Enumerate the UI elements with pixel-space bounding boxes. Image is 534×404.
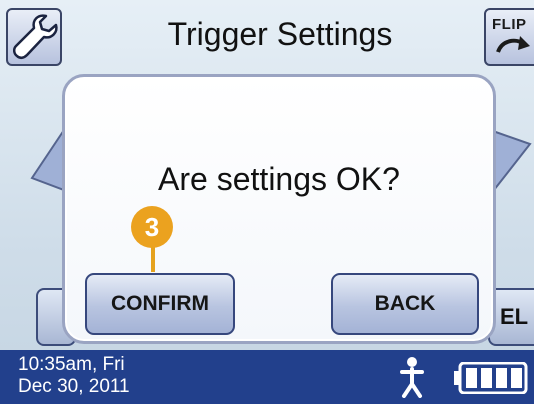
settings-button[interactable] — [6, 8, 62, 66]
header-bar: Trigger Settings FLIP — [0, 0, 534, 72]
page-title: Trigger Settings — [167, 16, 393, 52]
battery-icon — [454, 362, 528, 394]
status-datetime: 10:35am, Fri Dec 30, 2011 — [18, 354, 130, 398]
device-screen: Trigger Settings FLIP EL Are settings OK… — [0, 0, 534, 404]
confirm-dialog: Are settings OK? CONFIRM BACK — [62, 74, 496, 344]
status-bar: 10:35am, Fri Dec 30, 2011 — [0, 350, 534, 404]
flip-button[interactable]: FLIP — [484, 8, 534, 66]
step-callout-badge: 3 — [131, 206, 173, 248]
status-time: 10:35am, Fri — [18, 354, 125, 375]
flip-arrow-icon — [496, 36, 530, 53]
wrench-icon — [12, 14, 58, 60]
back-button[interactable]: BACK — [331, 273, 479, 335]
person-icon — [400, 357, 424, 398]
dialog-message: Are settings OK? — [158, 161, 400, 197]
status-date: Dec 30, 2011 — [18, 376, 130, 397]
confirm-button[interactable]: CONFIRM — [85, 273, 235, 335]
background-cancel-label: EL — [500, 304, 529, 329]
